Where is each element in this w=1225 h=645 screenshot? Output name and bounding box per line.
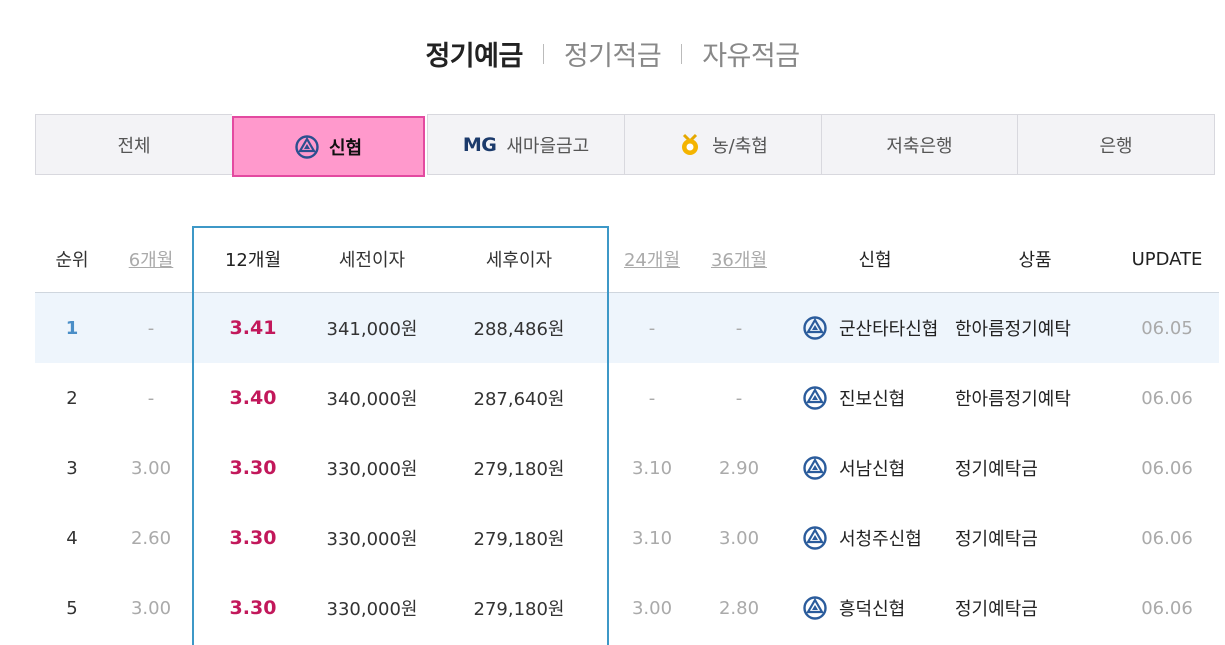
category-tab-label: 전체 bbox=[117, 135, 151, 157]
bank-cell[interactable]: 군산타타신협 bbox=[795, 293, 955, 363]
update-date-cell: 06.05 bbox=[1141, 317, 1193, 339]
update-date-cell: 06.06 bbox=[1141, 597, 1193, 619]
category-tab-nonghyup[interactable]: 농/축협 bbox=[624, 114, 821, 175]
bank-name: 진보신협 bbox=[839, 389, 906, 410]
rank-cell: 3 bbox=[66, 457, 78, 479]
category-tab-savings-bank[interactable]: 저축은행 bbox=[821, 114, 1017, 175]
category-tab-label: 농/축협 bbox=[712, 135, 768, 157]
product-name-cell[interactable]: 한아름정기예탁 bbox=[955, 363, 1095, 433]
header-24-month[interactable]: 24개월 bbox=[607, 226, 697, 292]
mg-logo-icon: MG bbox=[462, 133, 497, 156]
pre-tax-interest-cell: 330,000원 bbox=[326, 529, 418, 550]
post-tax-interest-cell: 287,640원 bbox=[473, 389, 565, 410]
rate-6-month-cell: 2.60 bbox=[130, 527, 172, 549]
header-36-month[interactable]: 36개월 bbox=[697, 226, 781, 292]
category-tab-label: 은행 bbox=[1099, 135, 1133, 157]
category-tab-label: 저축은행 bbox=[886, 135, 953, 157]
pre-tax-interest-cell: 330,000원 bbox=[326, 459, 418, 480]
update-date-cell: 06.06 bbox=[1141, 457, 1193, 479]
rate-6-month-cell: 3.00 bbox=[130, 457, 172, 479]
post-tax-interest-cell: 279,180원 bbox=[473, 599, 565, 620]
bank-cell[interactable]: 서남신협 bbox=[795, 433, 955, 503]
rate-6-month-cell: - bbox=[147, 387, 155, 409]
header-pre-tax: 세전이자 bbox=[338, 250, 406, 271]
pre-tax-interest-cell: 330,000원 bbox=[326, 599, 418, 620]
table-row[interactable]: 1 - 3.41 341,000원 288,486원 - - 군산타타신협 한아… bbox=[35, 293, 1219, 363]
rate-12-month-cell: 3.30 bbox=[229, 527, 277, 549]
category-tabs: 전체 신협 MG 새마을금고 농/축협 저축은행 은행 bbox=[35, 114, 1215, 177]
header-bank: 신협 bbox=[858, 250, 892, 271]
rate-24-month-cell: - bbox=[648, 387, 656, 409]
tab-installment-savings[interactable]: 정기적금 bbox=[564, 34, 662, 73]
product-name-cell[interactable]: 정기예탁금 bbox=[955, 503, 1095, 573]
category-tab-saemaeul[interactable]: MG 새마을금고 bbox=[427, 114, 624, 175]
product-tabs: 정기예금 정기적금 자유적금 bbox=[0, 34, 1225, 73]
header-rank: 순위 bbox=[55, 250, 89, 271]
rate-6-month-cell: - bbox=[147, 317, 155, 339]
table-row[interactable]: 2 - 3.40 340,000원 287,640원 - - 진보신협 한아름정… bbox=[35, 363, 1219, 433]
category-tab-all[interactable]: 전체 bbox=[35, 114, 232, 175]
post-tax-interest-cell: 279,180원 bbox=[473, 459, 565, 480]
rate-6-month-cell: 3.00 bbox=[130, 597, 172, 619]
pre-tax-interest-cell: 341,000원 bbox=[326, 319, 418, 340]
header-update: UPDATE bbox=[1131, 248, 1203, 270]
category-tab-label: 새마을금고 bbox=[506, 135, 590, 157]
category-tab-label: 신협 bbox=[328, 137, 363, 159]
shinhyup-logo-icon bbox=[803, 386, 827, 410]
post-tax-interest-cell: 279,180원 bbox=[473, 529, 565, 550]
pre-tax-interest-cell: 340,000원 bbox=[326, 389, 418, 410]
product-name-cell[interactable]: 정기예탁금 bbox=[955, 433, 1095, 503]
tab-divider bbox=[681, 43, 683, 64]
rate-24-month-cell: 3.10 bbox=[631, 527, 673, 549]
rate-36-month-cell: - bbox=[735, 317, 743, 339]
post-tax-interest-cell: 288,486원 bbox=[473, 319, 565, 340]
shinhyup-logo-icon bbox=[803, 316, 827, 340]
bank-name: 서남신협 bbox=[839, 459, 906, 480]
bank-name: 흥덕신협 bbox=[839, 599, 906, 620]
rate-24-month-cell: 3.10 bbox=[631, 457, 673, 479]
rate-36-month-cell: - bbox=[735, 387, 743, 409]
rank-cell: 2 bbox=[66, 387, 78, 409]
header-12-month[interactable]: 12개월 bbox=[193, 226, 313, 292]
tab-free-savings[interactable]: 자유적금 bbox=[702, 34, 800, 73]
tab-divider bbox=[542, 43, 544, 64]
rate-12-month-cell: 3.30 bbox=[229, 457, 277, 479]
bank-cell[interactable]: 흥덕신협 bbox=[795, 573, 955, 643]
table-row[interactable]: 4 2.60 3.30 330,000원 279,180원 3.10 3.00 … bbox=[35, 503, 1219, 573]
header-product: 상품 bbox=[1018, 250, 1052, 271]
rate-table: 순위 6개월 12개월 세전이자 세후이자 24개월 36개월 신협 상품 UP… bbox=[35, 226, 1219, 643]
table-row[interactable]: 5 3.00 3.30 330,000원 279,180원 3.00 2.80 … bbox=[35, 573, 1219, 643]
category-tab-bank[interactable]: 은행 bbox=[1017, 114, 1215, 175]
tab-fixed-deposit[interactable]: 정기예금 bbox=[425, 34, 523, 73]
rate-36-month-cell: 3.00 bbox=[718, 527, 760, 549]
header-6-month[interactable]: 6개월 bbox=[109, 226, 193, 292]
bank-cell[interactable]: 진보신협 bbox=[795, 363, 955, 433]
rate-24-month-cell: 3.00 bbox=[631, 597, 673, 619]
update-date-cell: 06.06 bbox=[1141, 387, 1193, 409]
shinhyup-logo-icon bbox=[803, 456, 827, 480]
header-post-tax: 세후이자 bbox=[485, 250, 553, 271]
nonghyup-logo-icon bbox=[678, 133, 702, 157]
shinhyup-logo-icon bbox=[803, 526, 827, 550]
rate-12-month-cell: 3.40 bbox=[229, 387, 277, 409]
product-name-cell[interactable]: 정기예탁금 bbox=[955, 573, 1095, 643]
update-date-cell: 06.06 bbox=[1141, 527, 1193, 549]
bank-cell[interactable]: 서청주신협 bbox=[795, 503, 955, 573]
bank-name: 서청주신협 bbox=[839, 529, 922, 550]
bank-name: 군산타타신협 bbox=[839, 319, 939, 340]
rank-cell: 1 bbox=[65, 317, 79, 339]
table-header: 순위 6개월 12개월 세전이자 세후이자 24개월 36개월 신협 상품 UP… bbox=[35, 226, 1219, 293]
category-tab-shinhyup[interactable]: 신협 bbox=[232, 116, 425, 177]
rate-36-month-cell: 2.90 bbox=[718, 457, 760, 479]
rate-12-month-cell: 3.30 bbox=[229, 597, 277, 619]
shinhyup-logo-icon bbox=[295, 134, 319, 159]
rank-cell: 5 bbox=[66, 597, 78, 619]
table-row[interactable]: 3 3.00 3.30 330,000원 279,180원 3.10 2.90 … bbox=[35, 433, 1219, 503]
product-name-cell[interactable]: 한아름정기예탁 bbox=[955, 293, 1095, 363]
rank-cell: 4 bbox=[66, 527, 78, 549]
rate-12-month-cell: 3.41 bbox=[229, 317, 277, 339]
rate-36-month-cell: 2.80 bbox=[718, 597, 760, 619]
shinhyup-logo-icon bbox=[803, 596, 827, 620]
rate-24-month-cell: - bbox=[648, 317, 656, 339]
